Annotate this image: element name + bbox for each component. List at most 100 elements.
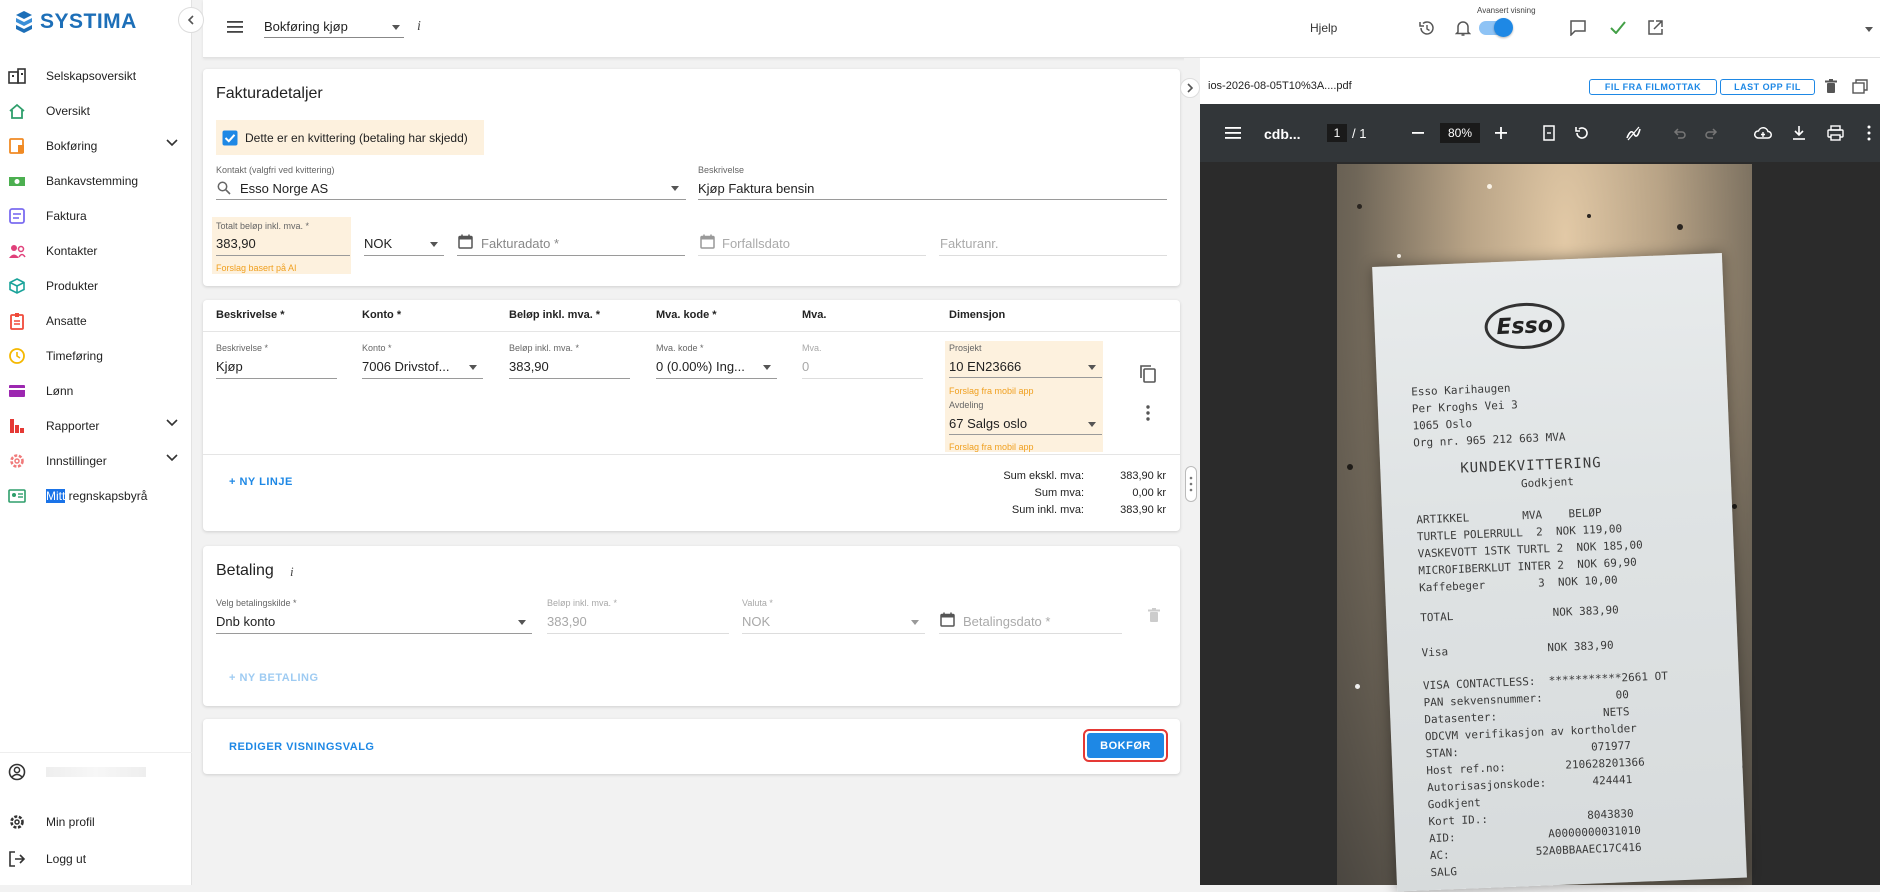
konto-dropdown-arrow-icon[interactable]	[469, 365, 477, 370]
new-line-button[interactable]: + NY LINJE	[229, 476, 293, 488]
receipt-line: Autorisasjonskode: 424441	[1426, 773, 1633, 795]
payment-amount-input[interactable]: 383,90	[547, 614, 587, 629]
row-vat-code-select[interactable]: 0 (0.00%) Ing...	[656, 359, 745, 374]
zoom-level[interactable]: 80%	[1440, 123, 1480, 143]
copy-icon[interactable]	[1139, 364, 1157, 384]
redo-icon[interactable]	[1705, 127, 1719, 139]
file-from-inbox-button[interactable]: FIL FRA FILMOTTAK	[1589, 79, 1717, 95]
payment-currency-select[interactable]: NOK	[742, 614, 770, 629]
info-icon[interactable]: i	[417, 19, 421, 35]
collapse-sidebar-button[interactable]	[178, 7, 204, 33]
sidebar-bottom: Min profil Logg ut	[0, 752, 192, 877]
sidebar-item-bankavstemming[interactable]: Bankavstemming	[0, 163, 192, 198]
book-button[interactable]: BOKFØR	[1087, 733, 1164, 758]
invoice-date-input[interactable]: Fakturadato *	[481, 236, 559, 251]
receipt-checkbox[interactable]	[222, 130, 238, 146]
edit-view-settings-button[interactable]: REDIGER VISNINGSVALG	[229, 741, 374, 753]
sidebar-item-ansatte[interactable]: Ansatte	[0, 303, 192, 338]
zoom-out-icon[interactable]	[1412, 132, 1424, 134]
payment-date-input[interactable]: Betalingsdato *	[963, 614, 1050, 629]
more-vert-icon[interactable]	[1866, 125, 1872, 141]
print-icon[interactable]	[1827, 125, 1844, 141]
payment-source-select[interactable]: Dnb konto	[216, 614, 275, 629]
project-underline	[949, 377, 1102, 378]
more-vert-icon[interactable]	[1145, 404, 1151, 422]
chevron-down-icon[interactable]	[166, 454, 178, 462]
invoice-number-input[interactable]: Fakturanr.	[940, 236, 999, 251]
sidebar-item-oversikt[interactable]: Oversikt	[0, 93, 192, 128]
check-icon[interactable]	[1610, 21, 1626, 34]
row-description-input[interactable]: Kjøp	[216, 359, 243, 374]
sidebar-item-kontakter[interactable]: Kontakter	[0, 233, 192, 268]
currency-dropdown-arrow-icon[interactable]	[430, 242, 438, 247]
page-number-input[interactable]: 1	[1327, 124, 1347, 142]
invoice-date-underline	[457, 255, 685, 256]
sidebar-item-produkter[interactable]: Produkter	[0, 268, 192, 303]
upload-file-button[interactable]: LAST OPP FIL	[1720, 79, 1815, 95]
page-type-select[interactable]: Bokføring kjøp	[264, 16, 404, 38]
menu-icon[interactable]	[227, 20, 243, 34]
menu-icon[interactable]	[1225, 127, 1241, 139]
pdf-viewer-title: cdb...	[1264, 126, 1301, 142]
sidebar-item-selskapsoversikt[interactable]: Selskapsoversikt	[0, 58, 192, 93]
splitter-handle[interactable]	[1185, 466, 1197, 502]
sidebar-item-lonn[interactable]: Lønn	[0, 373, 192, 408]
contact-input[interactable]: Esso Norge AS	[240, 181, 328, 196]
bell-icon[interactable]	[1455, 19, 1471, 37]
rotate-icon[interactable]	[1574, 125, 1590, 141]
payment-currency-arrow-icon[interactable]	[911, 620, 919, 625]
sidebar-item-mitt-regnskapsbyra[interactable]: Mitt regnskapsbyrå	[0, 478, 192, 513]
zoom-in-icon[interactable]	[1495, 127, 1507, 139]
due-date-input[interactable]: Forfallsdato	[722, 236, 790, 251]
payment-source-arrow-icon[interactable]	[518, 620, 526, 625]
user-account[interactable]	[0, 753, 192, 790]
payment-info-icon[interactable]: i	[290, 564, 294, 580]
trash-icon[interactable]	[1148, 608, 1160, 623]
chevron-down-icon[interactable]	[1865, 27, 1873, 32]
sidebar-item-rapporter[interactable]: Rapporter	[0, 408, 192, 443]
sidebar-item-timeforing[interactable]: Timeføring	[0, 338, 192, 373]
expand-panel-button[interactable]	[1180, 78, 1200, 98]
sum-vat-label: Sum mva:	[1034, 487, 1084, 499]
row-konto-select[interactable]: 7006 Drivstof...	[362, 359, 449, 374]
department-dropdown-arrow-icon[interactable]	[1088, 422, 1096, 427]
save-to-cloud-icon[interactable]	[1754, 125, 1772, 141]
calendar-icon[interactable]	[458, 234, 473, 249]
row-amount-input[interactable]: 383,90	[509, 359, 549, 374]
row-vat-code-label: Mva. kode *	[656, 343, 704, 353]
min-profil-item[interactable]: Min profil	[0, 803, 192, 840]
calendar-icon[interactable]	[700, 234, 715, 249]
open-external-icon[interactable]	[1647, 19, 1664, 36]
fit-page-icon[interactable]	[1543, 125, 1555, 141]
toggle-knob	[1494, 18, 1513, 37]
chevron-down-icon[interactable]	[166, 419, 178, 427]
department-select[interactable]: 67 Salgs oslo	[949, 416, 1027, 431]
label-rest: regnskapsbyrå	[65, 488, 148, 503]
total-amount-input[interactable]: 383,90	[216, 236, 256, 251]
draw-icon[interactable]	[1625, 125, 1641, 141]
currency-select[interactable]: NOK	[364, 236, 392, 251]
project-select[interactable]: 10 EN23666	[949, 359, 1021, 374]
sidebar-item-faktura[interactable]: Faktura	[0, 198, 192, 233]
systima-logo[interactable]: SYSTIMA	[14, 10, 137, 34]
undo-icon[interactable]	[1672, 127, 1686, 139]
contact-dropdown-arrow-icon[interactable]	[671, 186, 679, 191]
project-dropdown-arrow-icon[interactable]	[1088, 365, 1096, 370]
sidebar-item-bokforing[interactable]: Bokføring	[0, 128, 192, 163]
comment-icon[interactable]	[1569, 19, 1587, 36]
download-icon[interactable]	[1792, 125, 1806, 141]
vat-code-dropdown-arrow-icon[interactable]	[763, 365, 771, 370]
home-icon	[8, 102, 26, 120]
description-input[interactable]: Kjøp Faktura bensin	[698, 181, 814, 196]
popout-icon[interactable]	[1852, 79, 1868, 94]
history-icon[interactable]	[1417, 19, 1435, 37]
chevron-down-icon[interactable]	[166, 139, 178, 147]
help-button[interactable]: Hjelp	[1310, 21, 1337, 35]
sidebar-item-innstillinger[interactable]: Innstillinger	[0, 443, 192, 478]
logout-item[interactable]: Logg ut	[0, 840, 192, 877]
trash-icon[interactable]	[1825, 79, 1837, 94]
new-payment-button[interactable]: + NY BETALING	[229, 672, 319, 684]
chevron-right-icon	[1187, 83, 1194, 93]
calendar-icon[interactable]	[940, 612, 955, 627]
payment-source-underline	[216, 633, 532, 634]
